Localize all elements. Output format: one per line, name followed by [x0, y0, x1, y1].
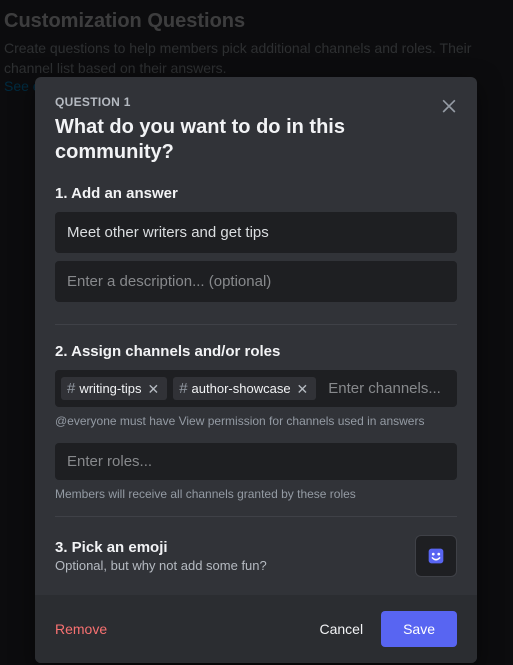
emoji-picker-button[interactable]	[415, 535, 457, 577]
channels-helper-text: @everyone must have View permission for …	[55, 413, 457, 429]
divider	[55, 516, 457, 517]
channels-input[interactable]	[322, 376, 451, 401]
save-button[interactable]: Save	[381, 611, 457, 647]
cancel-button[interactable]: Cancel	[301, 611, 381, 647]
question-modal: QUESTION 1 What do you want to do in thi…	[35, 77, 477, 663]
close-icon	[439, 95, 459, 115]
emoji-icon	[425, 545, 447, 567]
divider	[55, 324, 457, 325]
hash-icon: #	[67, 381, 75, 396]
channel-chip: # writing-tips ✕	[61, 377, 167, 400]
hash-icon: #	[179, 381, 187, 396]
emoji-subtext: Optional, but why not add some fun?	[55, 558, 267, 573]
question-number-label: QUESTION 1	[55, 95, 457, 109]
remove-chip-button[interactable]: ✕	[145, 382, 161, 396]
channel-chip-label: writing-tips	[79, 381, 141, 396]
section-add-answer-head: 1. Add an answer	[55, 185, 457, 202]
roles-helper-text: Members will receive all channels grante…	[55, 486, 457, 502]
section-emoji-head: 3. Pick an emoji	[55, 539, 267, 556]
roles-field[interactable]	[55, 443, 457, 480]
section-assign-head: 2. Assign channels and/or roles	[55, 343, 457, 360]
description-input[interactable]	[55, 261, 457, 302]
roles-input[interactable]	[61, 449, 451, 474]
close-button[interactable]	[437, 93, 461, 117]
channel-chip-label: author-showcase	[192, 381, 291, 396]
answer-input[interactable]	[55, 212, 457, 253]
question-title: What do you want to do in this community…	[55, 115, 457, 165]
channels-field[interactable]: # writing-tips ✕ # author-showcase ✕	[55, 370, 457, 407]
channel-chip: # author-showcase ✕	[173, 377, 316, 400]
remove-chip-button[interactable]: ✕	[295, 382, 311, 396]
modal-footer: Remove Cancel Save	[35, 595, 477, 663]
remove-button[interactable]: Remove	[55, 611, 125, 647]
